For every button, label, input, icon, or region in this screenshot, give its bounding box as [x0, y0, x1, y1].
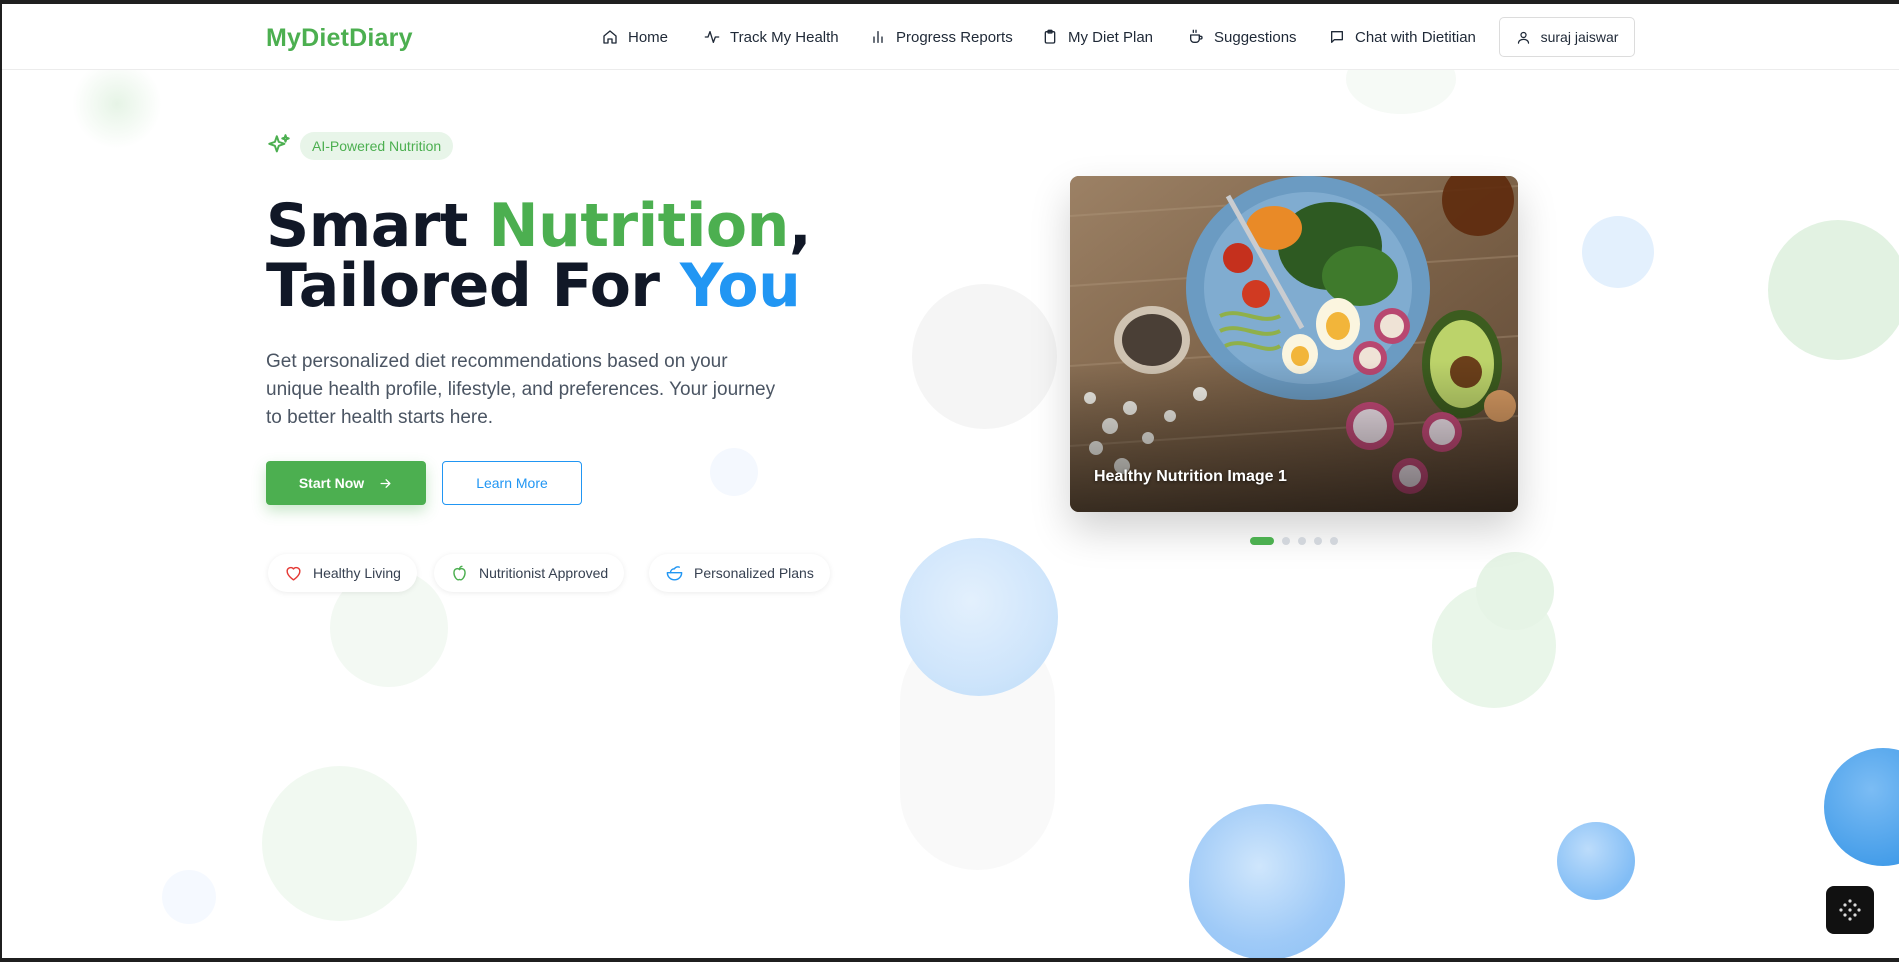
- nav-diet-plan[interactable]: My Diet Plan: [1042, 26, 1153, 48]
- sparkles-icon: [268, 134, 290, 153]
- bg-blob: [262, 766, 417, 921]
- bg-blob: [900, 538, 1058, 696]
- nav-home-label: Home: [628, 28, 669, 46]
- brand-logo[interactable]: MyDietDiary: [266, 24, 413, 53]
- nav-track-health-label: Track My Health: [730, 28, 839, 46]
- bg-blob: [72, 59, 162, 149]
- ai-badge: AI-Powered Nutrition: [266, 132, 454, 160]
- bar-chart-icon: [873, 31, 883, 43]
- carousel-dot-3[interactable]: [1298, 537, 1306, 545]
- carousel-caption: Healthy Nutrition Image 1: [1094, 468, 1287, 485]
- user-icon: [1517, 31, 1529, 44]
- nav-progress-reports[interactable]: Progress Reports: [870, 26, 1013, 48]
- nav-suggestions-label: Suggestions: [1214, 28, 1297, 46]
- carousel-indicators: [1250, 537, 1338, 545]
- nav-suggestions[interactable]: Suggestions: [1188, 26, 1297, 48]
- nav-home[interactable]: Home: [602, 26, 668, 48]
- nav-track-health[interactable]: Track My Health: [704, 26, 839, 48]
- chat-icon: [1331, 31, 1343, 43]
- top-navbar: MyDietDiary Home Track My Health Progres…: [2, 4, 1899, 70]
- arrow-right-icon: [380, 478, 391, 488]
- nav-diet-plan-label: My Diet Plan: [1068, 28, 1154, 46]
- feature-healthy-living: Healthy Living: [268, 554, 417, 592]
- start-now-label: Start Now: [298, 475, 365, 491]
- feature-personalized-plans: Personalized Plans: [649, 554, 830, 592]
- blackbox-icon: [1839, 899, 1861, 921]
- nav-progress-reports-label: Progress Reports: [896, 28, 1013, 46]
- apple-icon: [453, 565, 466, 581]
- user-menu-button[interactable]: suraj jaiswar: [1499, 17, 1635, 57]
- title-part: Tailored For: [266, 251, 680, 321]
- blackbox-widget-button[interactable]: [1826, 886, 1874, 934]
- bg-blob: [1476, 552, 1554, 630]
- learn-more-button[interactable]: Learn More: [442, 461, 582, 505]
- feature-label: Nutritionist Approved: [479, 565, 609, 581]
- heart-icon: [286, 566, 301, 581]
- carousel-dot-4[interactable]: [1314, 537, 1322, 545]
- hero-title: Smart Nutrition, Tailored For You: [266, 196, 812, 316]
- coffee-icon: [1190, 29, 1203, 43]
- carousel-dot-2[interactable]: [1282, 537, 1290, 545]
- nutrition-carousel[interactable]: Healthy Nutrition Image 1: [1070, 176, 1518, 512]
- learn-more-label: Learn More: [476, 475, 548, 491]
- activity-icon: [704, 31, 720, 43]
- bg-blob: [912, 284, 1057, 429]
- feature-nutritionist-approved: Nutritionist Approved: [434, 554, 625, 592]
- feature-label: Personalized Plans: [694, 565, 814, 581]
- bg-blob: [1189, 804, 1345, 958]
- user-name: suraj jaiswar: [1540, 29, 1619, 45]
- title-highlight-you: You: [679, 251, 801, 321]
- hero-description: Get personalized diet recommendations ba…: [266, 351, 776, 428]
- bg-blob: [1824, 748, 1899, 866]
- bg-blob: [1768, 220, 1899, 360]
- carousel-image: [1070, 176, 1518, 512]
- salad-icon: [666, 565, 683, 580]
- clipboard-icon: [1044, 29, 1056, 44]
- bg-blob: [1582, 216, 1654, 288]
- carousel-dot-5[interactable]: [1330, 537, 1338, 545]
- bg-blob: [162, 870, 216, 924]
- bg-blob: [1557, 822, 1635, 900]
- ai-badge-label: AI-Powered Nutrition: [300, 132, 454, 160]
- carousel-dot-1[interactable]: [1250, 537, 1274, 545]
- feature-label: Healthy Living: [313, 565, 401, 581]
- bg-blob: [710, 448, 758, 496]
- home-icon: [603, 30, 617, 44]
- page-frame: MyDietDiary Home Track My Health Progres…: [2, 4, 1899, 958]
- nav-chat-dietitian[interactable]: Chat with Dietitian: [1329, 26, 1476, 48]
- nav-chat-dietitian-label: Chat with Dietitian: [1355, 28, 1476, 46]
- start-now-button[interactable]: Start Now: [266, 461, 426, 505]
